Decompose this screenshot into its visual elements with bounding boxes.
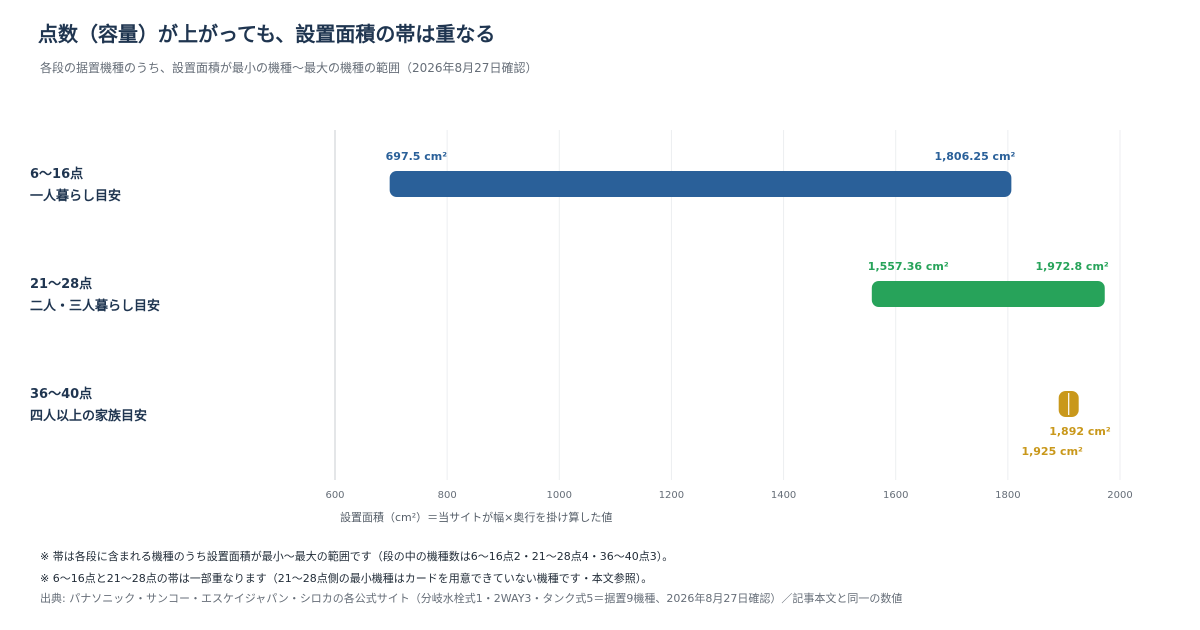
- source-note: 出典: パナソニック・サンコー・エスケイジャパン・シロカの各公式サイト（分岐水栓…: [40, 592, 903, 605]
- max-value-label: 1,972.8 cm²: [1035, 260, 1108, 273]
- x-tick-label: 1200: [659, 490, 684, 501]
- x-axis-title: 設置面積（cm²）＝当サイトが幅×奥行を掛け算した値: [340, 510, 612, 524]
- range-bars: [389, 171, 1105, 417]
- footnote-range: ※ 帯は各段に含まれる機種のうち設置面積が最小〜最大の範囲です（段の中の機種数は…: [40, 550, 674, 563]
- range-chart: 600 800 1000 1200 1400 1600 1800 2000 697.5 cm²…: [325, 130, 1133, 524]
- min-value-label: 1,557.36 cm²: [868, 260, 949, 273]
- range-bar-row-2: [871, 281, 1105, 307]
- x-tick-label: 1400: [771, 490, 796, 501]
- x-axis: 600 800 1000 1200 1400 1600 1800 2000: [325, 490, 1132, 501]
- max-value-label: 1,806.25 cm²: [934, 150, 1015, 163]
- min-value-label: 1,925 cm²: [1021, 445, 1083, 458]
- x-tick-label: 1000: [547, 490, 572, 501]
- x-tick-label: 600: [325, 490, 344, 501]
- min-value-label: 697.5 cm²: [386, 150, 448, 163]
- max-value-label: 1,892 cm²: [1049, 425, 1111, 438]
- x-tick-label: 2000: [1107, 490, 1132, 501]
- x-tick-label: 800: [438, 490, 457, 501]
- x-tick-label: 1800: [995, 490, 1020, 501]
- x-tick-label: 1600: [883, 490, 908, 501]
- footnote-overlap: ※ 6〜16点と21〜28点の帯は一部重なります（21〜28点側の最小機種はカー…: [40, 572, 653, 585]
- range-bar-row-1: [389, 171, 1012, 197]
